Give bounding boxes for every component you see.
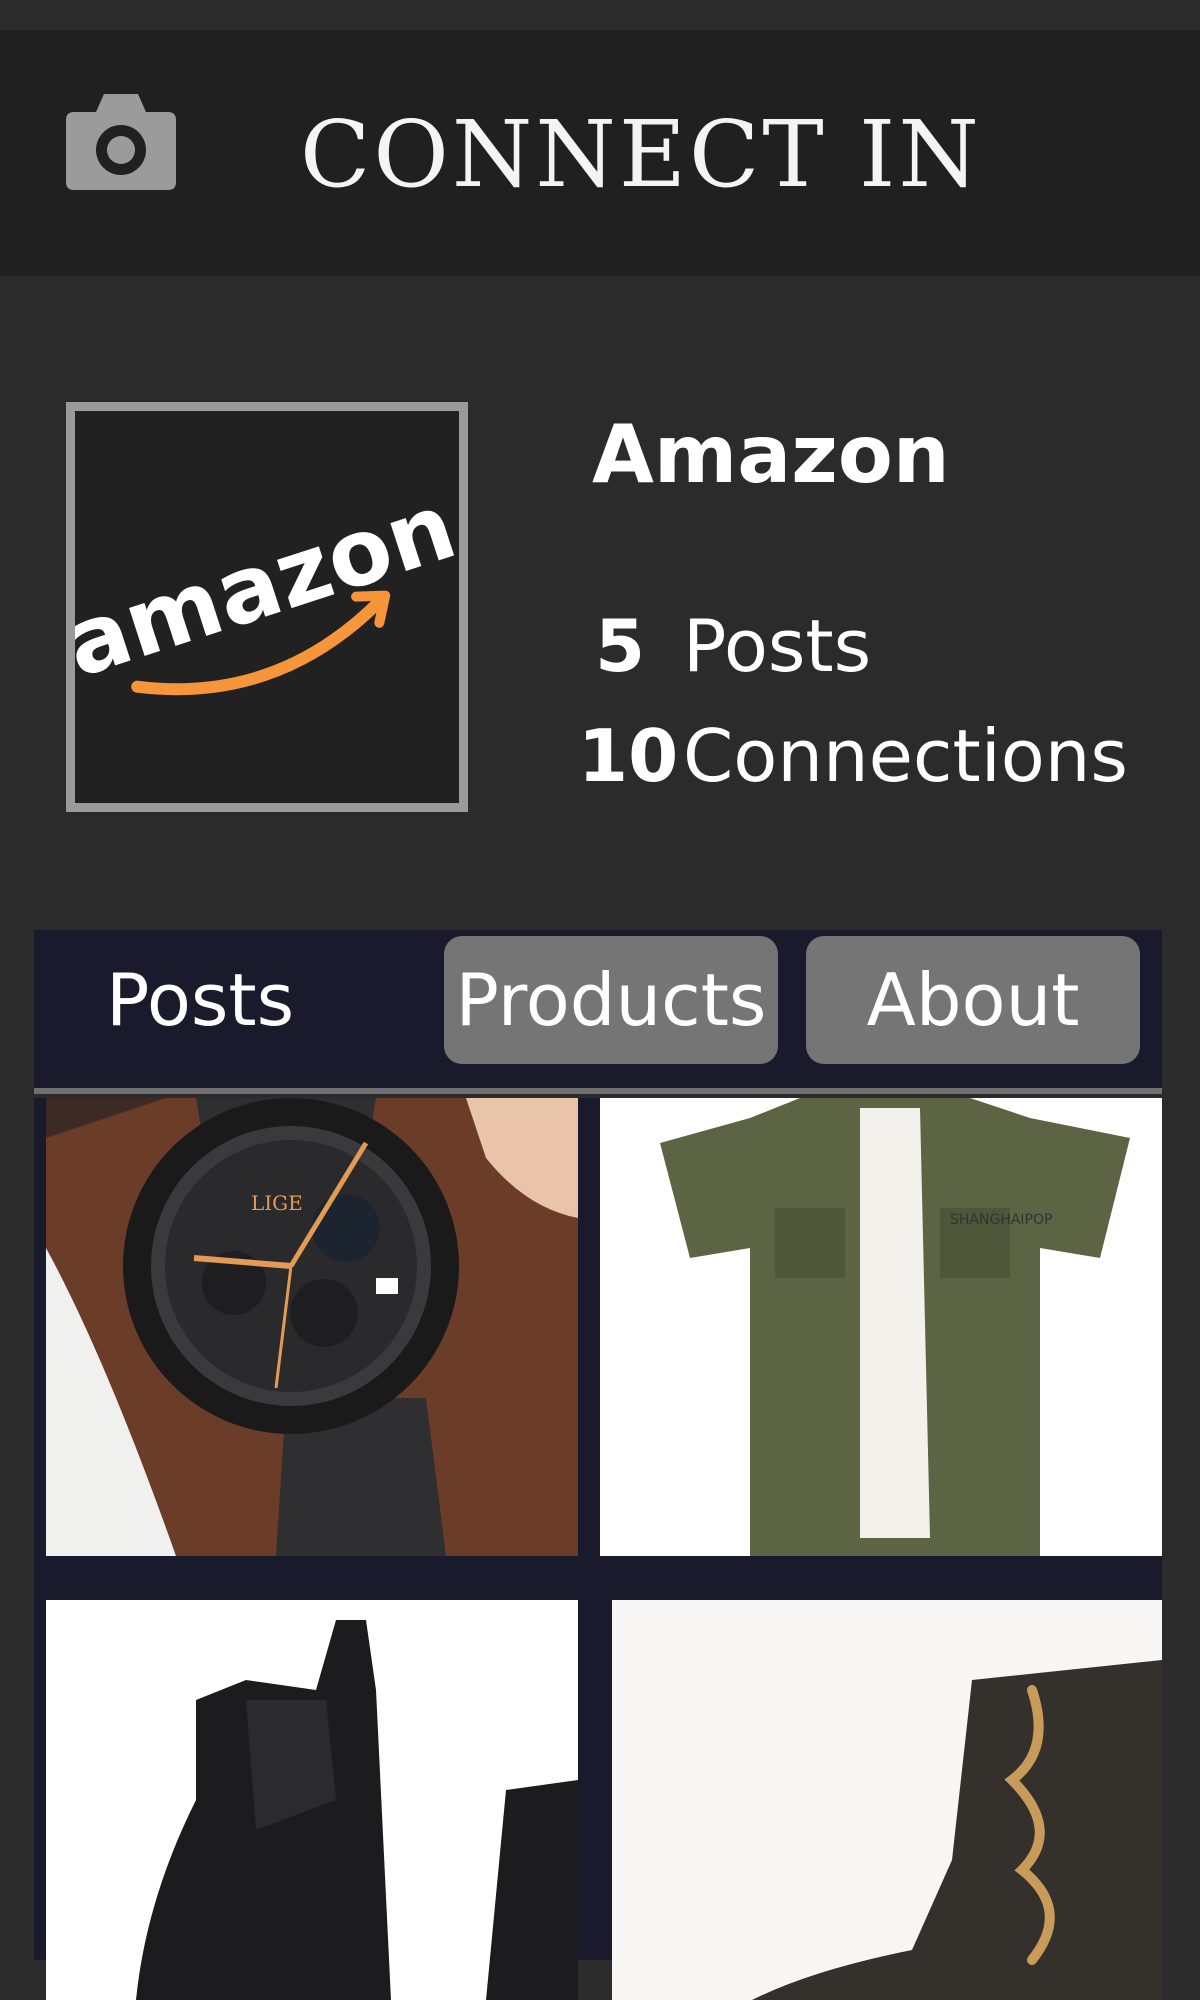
profile-name: Amazon [592, 408, 950, 501]
logo-wordmark: amazon [75, 472, 459, 698]
post-chelsea-boots[interactable] [46, 1600, 578, 2000]
connections-count: 10 [578, 714, 679, 798]
tab-products[interactable]: Products [444, 936, 778, 1064]
tab-about[interactable]: About [806, 936, 1140, 1064]
app-title: CONNECT IN [300, 101, 982, 208]
shirt-image: SHANGHAIPOP [600, 1098, 1162, 1556]
connections-label: Connections [683, 714, 1128, 798]
chelsea-boots-image [46, 1600, 578, 2000]
posts-label: Posts [683, 604, 872, 688]
shirt-brand: SHANGHAIPOP [950, 1212, 1052, 1228]
camera-button[interactable] [66, 94, 176, 190]
post-shirt[interactable]: SHANGHAIPOP [600, 1098, 1162, 1556]
status-bar [0, 0, 1200, 30]
tab-posts[interactable]: Posts [106, 936, 294, 1064]
posts-count: 5 [595, 604, 646, 688]
profile-tabs: Posts Products About [34, 930, 1162, 1094]
combat-boot-image [612, 1600, 1162, 2000]
camera-icon [66, 94, 176, 190]
post-combat-boot[interactable] [612, 1600, 1162, 2000]
profile-avatar[interactable]: amazon [66, 402, 468, 812]
post-watch[interactable]: LIGE [46, 1098, 578, 1556]
watch-image: LIGE [46, 1098, 578, 1556]
post-grid: LIGE SHANGHAIPOP [34, 1098, 1162, 2000]
watch-brand: LIGE [251, 1191, 303, 1215]
amazon-logo: amazon [75, 472, 459, 698]
